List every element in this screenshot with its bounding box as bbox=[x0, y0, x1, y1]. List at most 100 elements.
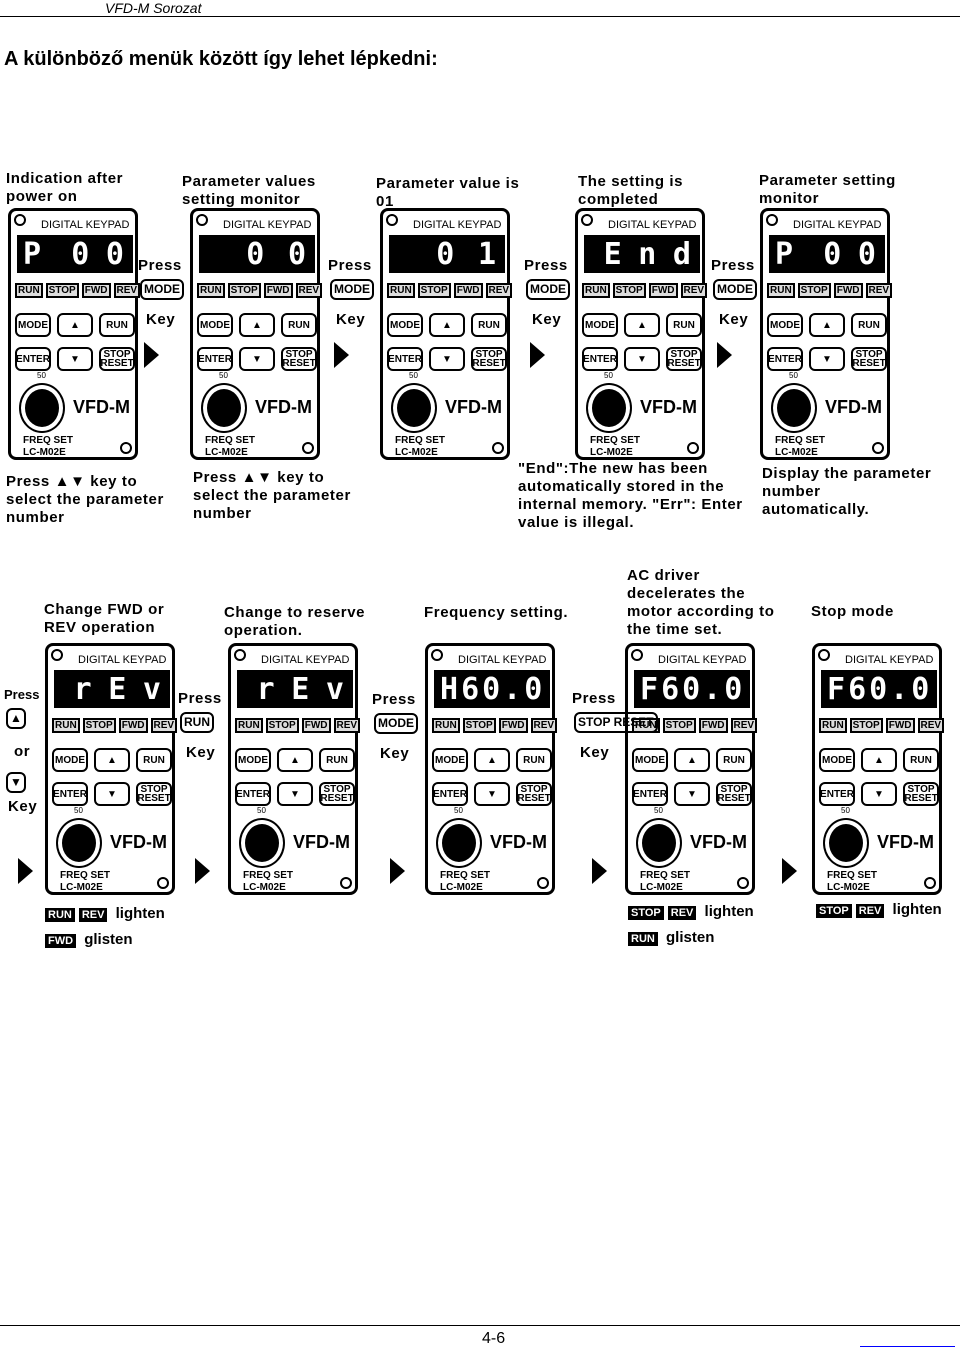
keypad-brand: DIGITAL KEYPAD bbox=[413, 219, 502, 231]
freq-knob[interactable] bbox=[62, 824, 96, 862]
run-button[interactable]: RUN bbox=[99, 313, 135, 337]
mount-hole bbox=[431, 649, 443, 661]
enter-button[interactable]: ENTER bbox=[15, 347, 51, 371]
enter-button[interactable]: ENTER bbox=[632, 782, 668, 806]
up-button[interactable]: ▲ bbox=[809, 313, 845, 337]
mode-key[interactable]: MODE bbox=[526, 279, 570, 300]
display-digit: 0 bbox=[823, 236, 845, 272]
display-digit: 0 bbox=[287, 236, 309, 272]
up-button[interactable]: ▲ bbox=[277, 748, 313, 772]
led-display: rEv bbox=[237, 670, 353, 708]
enter-button[interactable]: ENTER bbox=[819, 782, 855, 806]
mode-button[interactable]: MODE bbox=[387, 313, 423, 337]
mode-key[interactable]: MODE bbox=[140, 279, 184, 300]
freq-set-label: FREQ SET LC-M02E bbox=[640, 870, 690, 894]
down-button[interactable]: ▼ bbox=[861, 782, 897, 806]
freq-knob[interactable] bbox=[207, 389, 241, 427]
up-button[interactable]: ▲ bbox=[474, 748, 510, 772]
down-button[interactable]: ▼ bbox=[474, 782, 510, 806]
run-button[interactable]: RUN bbox=[903, 748, 939, 772]
mode-button[interactable]: MODE bbox=[582, 313, 618, 337]
up-button[interactable]: ▲ bbox=[429, 313, 465, 337]
up-button[interactable]: ▲ bbox=[624, 313, 660, 337]
freq-knob[interactable] bbox=[829, 824, 863, 862]
mode-button[interactable]: MODE bbox=[767, 313, 803, 337]
led-tag: REV bbox=[667, 906, 697, 920]
stop-reset-button[interactable]: STOP RESET bbox=[471, 347, 507, 371]
led-tag: REV bbox=[78, 908, 108, 922]
stop-reset-button[interactable]: STOP RESET bbox=[903, 782, 939, 806]
run-button[interactable]: RUN bbox=[516, 748, 552, 772]
arrow-right-icon bbox=[782, 858, 797, 884]
freq-knob[interactable] bbox=[442, 824, 476, 862]
enter-button[interactable]: ENTER bbox=[197, 347, 233, 371]
display-digit: 0. bbox=[482, 671, 525, 707]
down-button[interactable]: ▼ bbox=[674, 782, 710, 806]
mode-button[interactable]: MODE bbox=[197, 313, 233, 337]
stop-reset-button[interactable]: STOP RESET bbox=[281, 347, 317, 371]
part-number: LC-M02E bbox=[640, 882, 683, 893]
run-key[interactable]: RUN bbox=[180, 712, 214, 733]
stop-reset-button[interactable]: STOP RESET bbox=[99, 347, 135, 371]
mode-key[interactable]: MODE bbox=[374, 713, 418, 734]
mode-key[interactable]: MODE bbox=[713, 279, 757, 300]
led-run: RUN bbox=[819, 718, 847, 733]
led-rev: REV bbox=[295, 283, 323, 298]
stop-reset-button[interactable]: STOP RESET bbox=[516, 782, 552, 806]
mode-button[interactable]: MODE bbox=[432, 748, 468, 772]
mode-button[interactable]: MODE bbox=[15, 313, 51, 337]
enter-button[interactable]: ENTER bbox=[432, 782, 468, 806]
stop-reset-key[interactable]: STOP RESET bbox=[574, 712, 658, 733]
down-button[interactable]: ▼ bbox=[57, 347, 93, 371]
down-button[interactable]: ▼ bbox=[239, 347, 275, 371]
mode-button[interactable]: MODE bbox=[632, 748, 668, 772]
run-button[interactable]: RUN bbox=[851, 313, 887, 337]
mode-button[interactable]: MODE bbox=[235, 748, 271, 772]
down-button[interactable]: ▼ bbox=[94, 782, 130, 806]
freq-set-label: FREQ SET LC-M02E bbox=[243, 870, 293, 894]
down-button[interactable]: ▼ bbox=[809, 347, 845, 371]
up-button[interactable]: ▲ bbox=[861, 748, 897, 772]
led-fwd: FWD bbox=[263, 283, 293, 298]
freq-knob[interactable] bbox=[397, 389, 431, 427]
stop-reset-button[interactable]: STOP RESET bbox=[716, 782, 752, 806]
up-button[interactable]: ▲ bbox=[94, 748, 130, 772]
up-button[interactable]: ▲ bbox=[239, 313, 275, 337]
keypad-8: DIGITAL KEYPAD H 6 0. 0 RUN STOP FWD REV MODE ▲ RUN… bbox=[425, 643, 558, 895]
freq-knob[interactable] bbox=[592, 389, 626, 427]
enter-button[interactable]: ENTER bbox=[52, 782, 88, 806]
stop-reset-button[interactable]: STOP RESET bbox=[136, 782, 172, 806]
mode-button[interactable]: MODE bbox=[819, 748, 855, 772]
mode-button[interactable]: MODE bbox=[52, 748, 88, 772]
enter-button[interactable]: ENTER bbox=[767, 347, 803, 371]
keypad-brand: DIGITAL KEYPAD bbox=[261, 654, 350, 666]
up-button[interactable]: ▲ bbox=[57, 313, 93, 337]
arrow-right-icon bbox=[195, 858, 210, 884]
down-button[interactable]: ▼ bbox=[624, 347, 660, 371]
stop-reset-button[interactable]: STOP RESET bbox=[319, 782, 355, 806]
stop-reset-button[interactable]: STOP RESET bbox=[666, 347, 702, 371]
freq-knob[interactable] bbox=[25, 389, 59, 427]
mode-key[interactable]: MODE bbox=[330, 279, 374, 300]
led-stop: STOP bbox=[82, 718, 116, 733]
run-button[interactable]: RUN bbox=[136, 748, 172, 772]
freq-knob[interactable] bbox=[245, 824, 279, 862]
up-button[interactable]: ▲ bbox=[674, 748, 710, 772]
run-button[interactable]: RUN bbox=[319, 748, 355, 772]
run-button[interactable]: RUN bbox=[471, 313, 507, 337]
keypad-3: DIGITAL KEYPAD 0 1 RUN STOP FWD REV MODE ▲ RUN ENT… bbox=[380, 208, 513, 460]
freq-knob[interactable] bbox=[642, 824, 676, 862]
led-rev: REV bbox=[485, 283, 513, 298]
stop-reset-button[interactable]: STOP RESET bbox=[851, 347, 887, 371]
freq-knob[interactable] bbox=[777, 389, 811, 427]
enter-button[interactable]: ENTER bbox=[387, 347, 423, 371]
enter-button[interactable]: ENTER bbox=[235, 782, 271, 806]
run-button[interactable]: RUN bbox=[281, 313, 317, 337]
run-button[interactable]: RUN bbox=[666, 313, 702, 337]
run-button[interactable]: RUN bbox=[716, 748, 752, 772]
enter-button[interactable]: ENTER bbox=[582, 347, 618, 371]
down-button[interactable]: ▼ bbox=[429, 347, 465, 371]
freq-set-text: FREQ SET bbox=[243, 870, 294, 881]
display-digit: E bbox=[291, 671, 313, 707]
down-button[interactable]: ▼ bbox=[277, 782, 313, 806]
